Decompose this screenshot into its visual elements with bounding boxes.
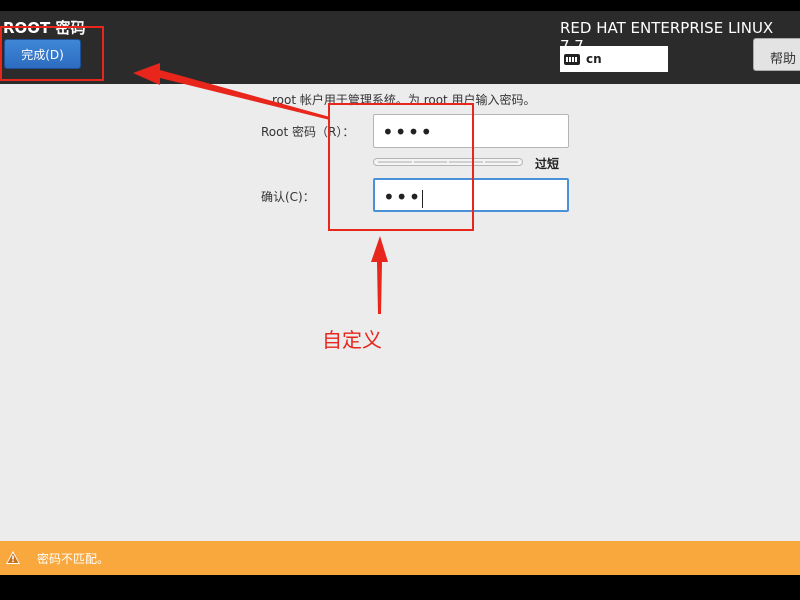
arrow-to-done: [133, 63, 330, 120]
annotation-arrows: [133, 63, 388, 314]
arrow-to-fields: [371, 236, 388, 314]
